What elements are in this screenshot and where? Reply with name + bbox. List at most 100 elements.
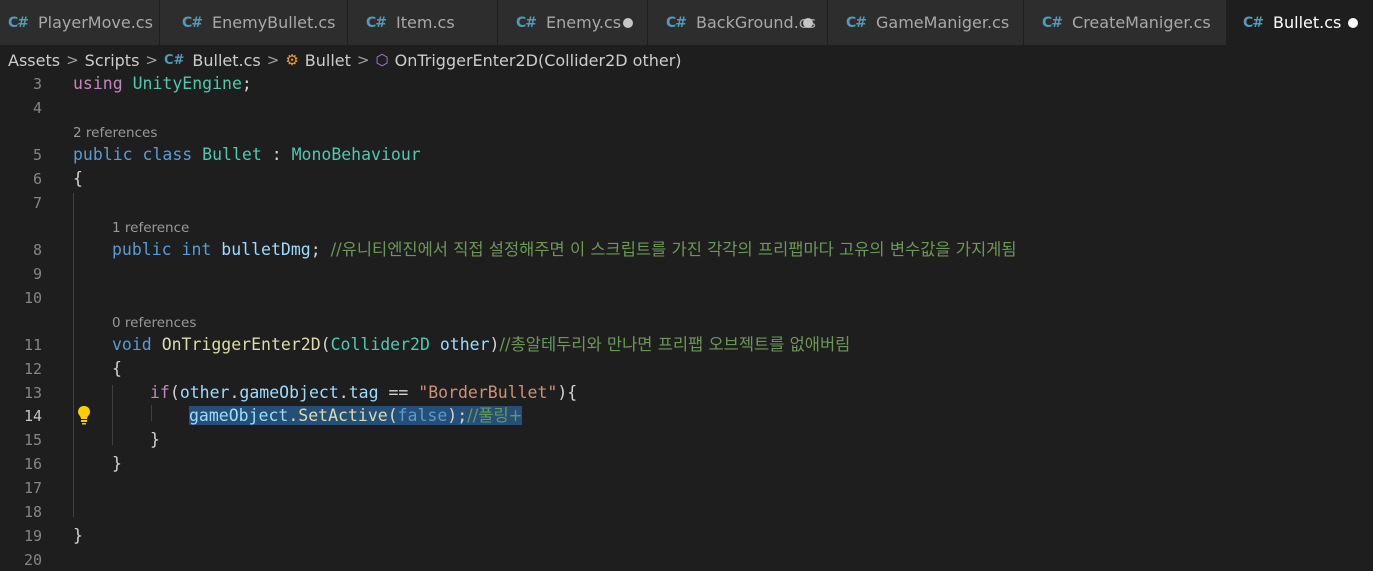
keyword: public — [73, 145, 133, 164]
lightbulb-icon[interactable] — [76, 405, 92, 425]
code-editor[interactable]: 3 4 5 6 7 8 9 10 11 12 13 14 15 16 17 18… — [0, 73, 1373, 571]
line-number: 19 — [23, 527, 42, 545]
param-name: other — [439, 335, 490, 354]
code-line-selected[interactable]: gameObject.SetActive(false);//풀링+ — [189, 405, 523, 427]
brace: } — [150, 430, 160, 449]
csharp-icon: C# — [666, 14, 687, 31]
tab-background[interactable]: C# BackGround.cs — [648, 0, 828, 45]
tab-label: PlayerMove.cs — [38, 13, 153, 32]
brace: { — [112, 359, 122, 378]
tab-label: GameManiger.cs — [876, 13, 1010, 32]
tab-enemybullet[interactable]: C# EnemyBullet.cs — [160, 0, 348, 45]
variable: other — [179, 383, 230, 402]
codelens-references[interactable]: 2 references — [73, 125, 157, 141]
indent-guide — [73, 193, 74, 517]
csharp-icon: C# — [182, 14, 203, 31]
brace: { — [73, 169, 83, 188]
method-name: OnTriggerEnter2D — [161, 335, 321, 354]
property: gameObject — [189, 406, 289, 425]
unsaved-dot-icon[interactable] — [803, 18, 813, 28]
breadcrumb: Assets > Scripts > C# Bullet.cs > ⚙ Bull… — [0, 45, 1373, 75]
punct: ( — [320, 335, 331, 354]
selection: gameObject.SetActive(false);//풀링+ — [189, 406, 523, 425]
tab-createmaniger[interactable]: C# CreateManiger.cs — [1024, 0, 1227, 45]
line-number: 10 — [23, 289, 42, 307]
indent-guide — [151, 405, 152, 421]
keyword: class — [142, 145, 193, 164]
tab-label: Item.cs — [396, 13, 455, 32]
keyword: void — [112, 335, 152, 354]
method-cube-icon: ⬡ — [375, 51, 389, 69]
tab-enemy[interactable]: C# Enemy.cs — [498, 0, 648, 45]
comment: //유니티엔진에서 직접 설정해주면 이 스크립트를 가진 각각의 프리팹마다 … — [330, 240, 1017, 259]
line-number: 11 — [23, 336, 42, 354]
line-number: 15 — [23, 431, 42, 449]
keyword: using — [73, 74, 123, 93]
code-line[interactable]: using UnityEngine; — [73, 73, 252, 95]
breadcrumb-file[interactable]: Bullet.cs — [192, 51, 260, 70]
csharp-icon: C# — [1243, 14, 1264, 31]
brace: } — [73, 526, 83, 545]
line-number: 5 — [32, 146, 42, 164]
code-line[interactable]: public int bulletDmg; //유니티엔진에서 직접 설정해주면… — [112, 239, 1017, 261]
code-line[interactable]: } — [150, 429, 160, 451]
code-line[interactable]: } — [112, 453, 122, 475]
tab-playermove[interactable]: C# PlayerMove.cs — [0, 0, 160, 45]
punct: ; — [241, 74, 252, 93]
code-line[interactable]: public class Bullet : MonoBehaviour — [73, 144, 421, 166]
code-line[interactable]: } — [73, 525, 83, 547]
unsaved-dot-icon[interactable] — [623, 18, 633, 28]
code-line[interactable]: void OnTriggerEnter2D(Collider2D other)/… — [112, 334, 850, 356]
tab-item[interactable]: C# Item.cs — [348, 0, 498, 45]
tab-label: BackGround.cs — [696, 13, 816, 32]
punct: . — [229, 383, 240, 402]
line-number: 4 — [32, 99, 42, 117]
keyword: public — [112, 240, 172, 259]
keyword: if — [150, 383, 170, 402]
line-number: 20 — [23, 551, 42, 569]
punct: ); — [447, 406, 468, 425]
breadcrumb-method[interactable]: OnTriggerEnter2D(Collider2D other) — [395, 51, 682, 70]
breadcrumb-assets[interactable]: Assets — [8, 51, 60, 70]
operator: == — [378, 383, 419, 402]
tab-bullet[interactable]: C# Bullet.cs — [1227, 0, 1373, 45]
codelens-references[interactable]: 1 reference — [112, 220, 189, 236]
unsaved-dot-icon[interactable] — [1348, 18, 1358, 28]
tab-gamemaniger[interactable]: C# GameManiger.cs — [828, 0, 1024, 45]
base-class: MonoBehaviour — [291, 145, 421, 164]
tab-label: EnemyBullet.cs — [212, 13, 336, 32]
breadcrumb-scripts[interactable]: Scripts — [85, 51, 140, 70]
tab-label: Bullet.cs — [1273, 13, 1342, 32]
comment: //총알테두리와 만나면 프리팹 오브젝트를 없애버림 — [499, 335, 851, 354]
param-type: Collider2D — [330, 335, 430, 354]
keyword: false — [397, 406, 448, 425]
line-number: 13 — [23, 384, 42, 402]
line-number: 9 — [32, 265, 42, 283]
line-number: 17 — [23, 479, 42, 497]
codelens-references[interactable]: 0 references — [112, 315, 196, 331]
line-number: 16 — [23, 455, 42, 473]
property: tag — [348, 383, 379, 402]
property: gameObject — [239, 383, 339, 402]
punct: ; — [310, 240, 321, 259]
punct: . — [338, 383, 349, 402]
punct: : — [261, 145, 292, 164]
breadcrumb-class[interactable]: Bullet — [305, 51, 351, 70]
tab-label: Enemy.cs — [546, 13, 622, 32]
punct: ){ — [557, 383, 578, 402]
namespace: UnityEngine — [132, 74, 242, 93]
csharp-icon: C# — [516, 14, 537, 31]
tab-label: CreateManiger.cs — [1072, 13, 1211, 32]
line-number: 18 — [23, 503, 42, 521]
line-number-current: 14 — [23, 407, 42, 425]
indent-guide — [112, 385, 113, 445]
line-number: 7 — [32, 194, 42, 212]
code-line[interactable]: { — [73, 168, 83, 190]
code-line[interactable]: { — [112, 358, 122, 380]
editor-tab-bar: C# PlayerMove.cs C# EnemyBullet.cs C# It… — [0, 0, 1373, 45]
punct: ( — [387, 406, 398, 425]
chevron-right-icon: > — [356, 51, 370, 69]
field-name: bulletDmg — [221, 240, 311, 259]
code-line[interactable]: if(other.gameObject.tag == "BorderBullet… — [150, 382, 577, 404]
line-number: 3 — [32, 75, 42, 93]
